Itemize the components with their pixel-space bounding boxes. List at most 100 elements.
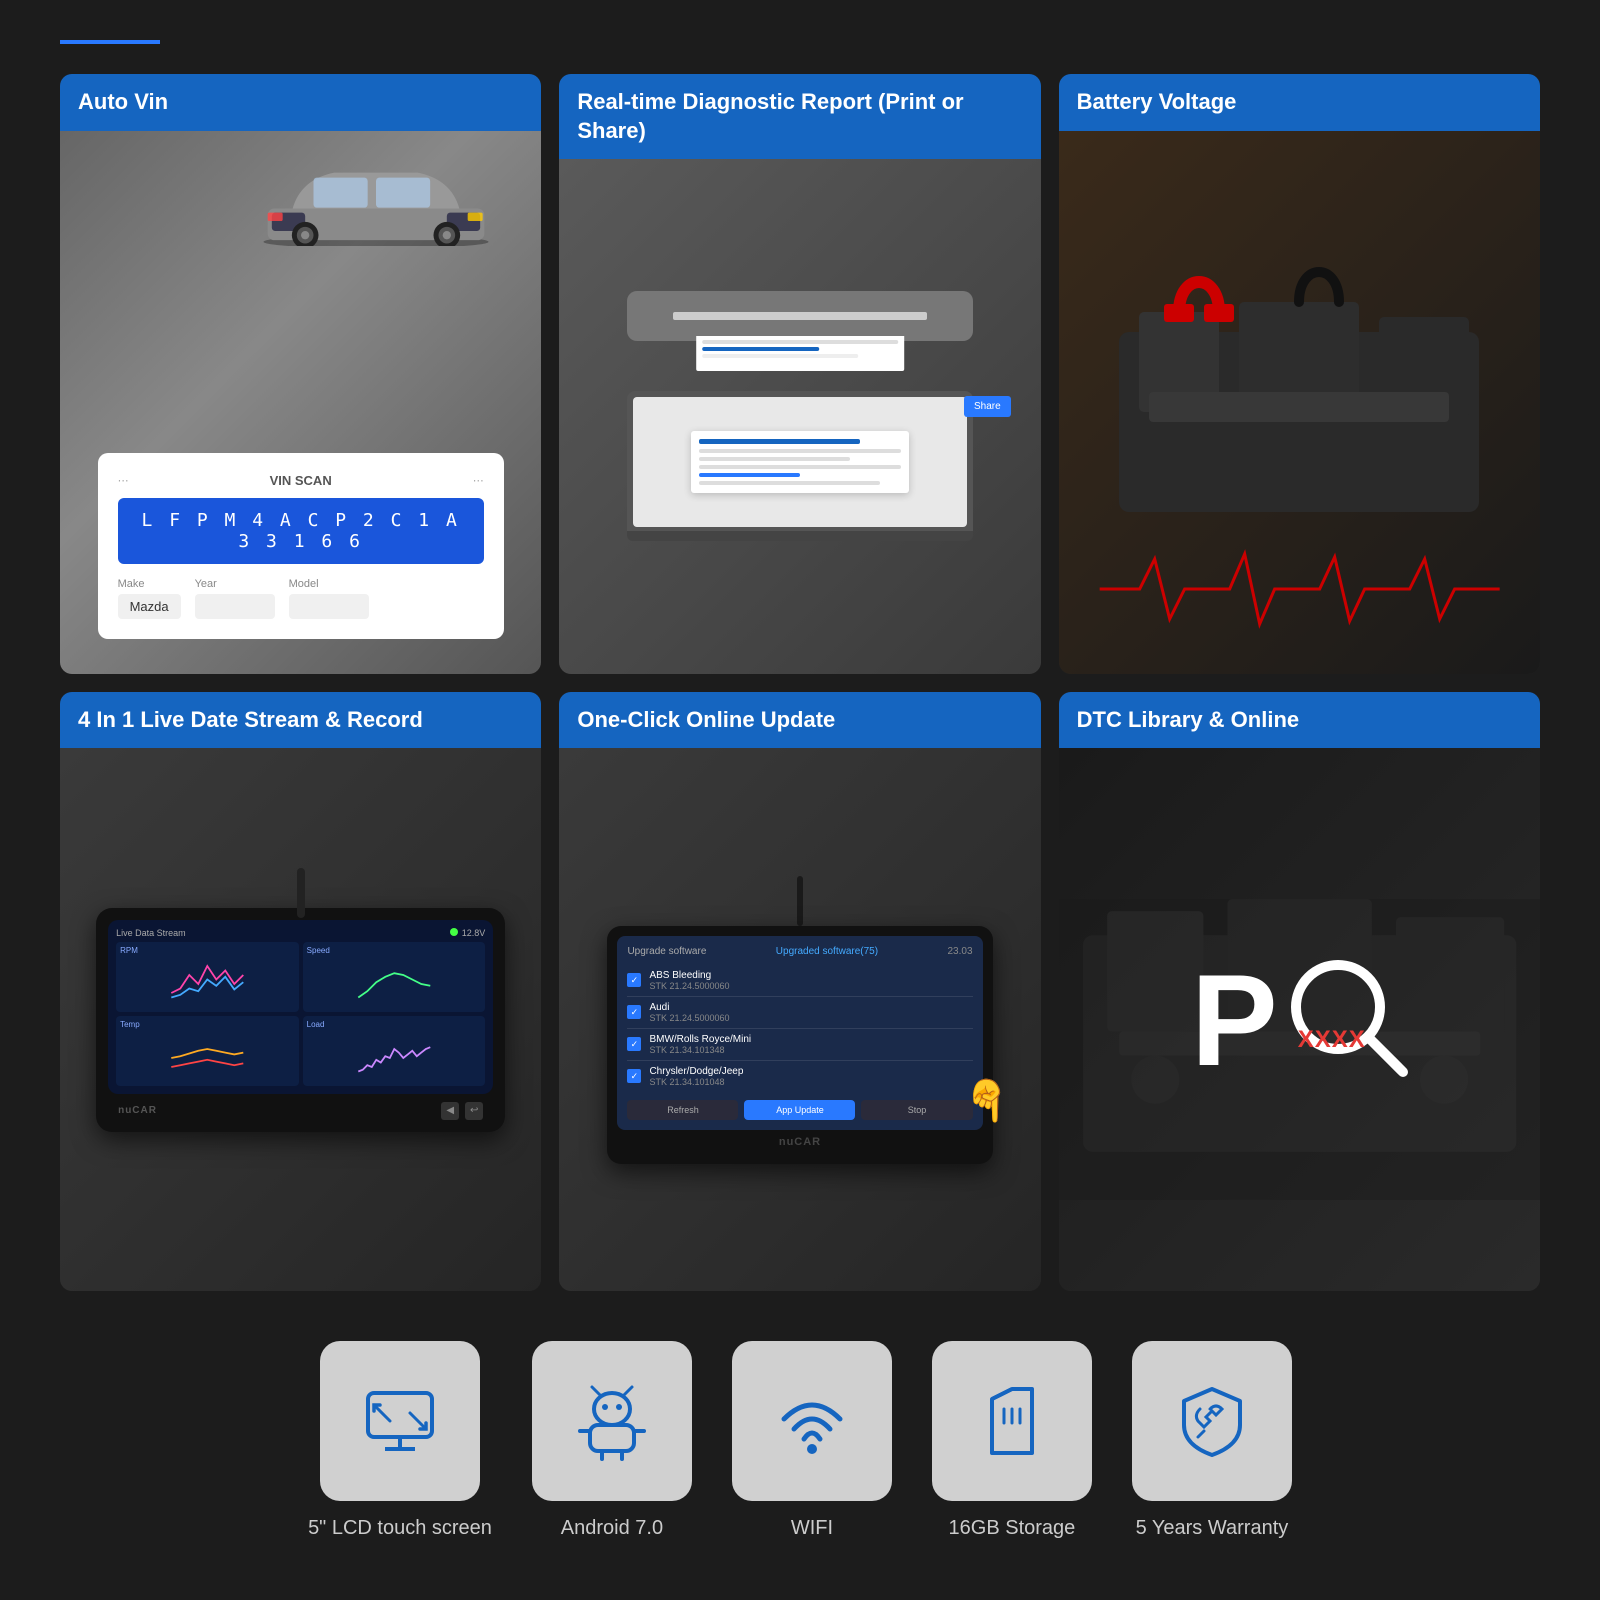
update-device-container: Upgrade software Upgraded software(75) 2… xyxy=(607,876,992,1164)
check-2: ✓ xyxy=(627,1005,641,1019)
quad-3-label: Temp xyxy=(120,1020,295,1029)
laptop-screen: Share xyxy=(633,397,967,527)
btn-1[interactable]: ◀ xyxy=(441,1102,459,1120)
vin-model-field: Model xyxy=(289,578,369,619)
upgraded-label: Upgraded software(75) xyxy=(776,946,878,957)
btn-1-icon: ◀ xyxy=(446,1105,454,1116)
item-1-name: ABS Bleeding xyxy=(649,970,729,981)
vin-fields: Make Mazda Year Model xyxy=(118,578,484,619)
bottom-feature-warranty: 5 Years Warranty xyxy=(1132,1341,1292,1540)
check-mark-4: ✓ xyxy=(631,1071,639,1082)
check-mark-3: ✓ xyxy=(631,1039,639,1050)
update-tablet-screen: Upgrade software Upgraded software(75) 2… xyxy=(617,936,982,1130)
features-grid: Auto Vin xyxy=(60,74,1540,1291)
item-4-name: Chrysler/Dodge/Jeep xyxy=(649,1066,743,1077)
check-mark-2: ✓ xyxy=(631,1007,639,1018)
feature-label-dtc-library: DTC Library & Online xyxy=(1059,692,1540,749)
date-label: 23.03 xyxy=(947,946,972,957)
paper-line-2 xyxy=(702,354,858,358)
item-3-sub: STK 21.34.101348 xyxy=(649,1045,751,1055)
bottom-feature-android: Android 7.0 xyxy=(532,1341,692,1540)
tablet-brand-label: nuCAR xyxy=(617,1130,982,1154)
quad-3: Temp xyxy=(116,1016,299,1086)
lcd-icon-box xyxy=(320,1341,480,1501)
r4 xyxy=(699,465,900,469)
main-container: Auto Vin xyxy=(0,0,1600,1600)
wifi-label: WIFI xyxy=(791,1517,833,1540)
item-4-text: Chrysler/Dodge/Jeep STK 21.34.101048 xyxy=(649,1066,743,1087)
feature-label-auto-vin: Auto Vin xyxy=(60,74,541,131)
storage-icon-box xyxy=(932,1341,1092,1501)
refresh-btn[interactable]: Refresh xyxy=(627,1100,738,1120)
storage-label: 16GB Storage xyxy=(949,1517,1076,1540)
feature-card-live-stream: 4 In 1 Live Date Stream & Record Live Da… xyxy=(60,692,541,1292)
check-1: ✓ xyxy=(627,973,641,987)
quad-2-label: Speed xyxy=(307,946,482,955)
paper-line-blue xyxy=(702,347,819,351)
car-silhouette-icon xyxy=(246,146,506,246)
printer-slot xyxy=(673,312,927,320)
r1 xyxy=(699,439,860,444)
check-4: ✓ xyxy=(627,1069,641,1083)
dtc-search-icon-container: XXXX xyxy=(1288,957,1408,1082)
update-item-4: ✓ Chrysler/Dodge/Jeep STK 21.34.101048 xyxy=(627,1061,972,1092)
item-1-text: ABS Bleeding STK 21.24.5000060 xyxy=(649,970,729,991)
btn-2-icon: ↩ xyxy=(470,1105,478,1116)
feature-image-dtc-library: P XXXX xyxy=(1059,748,1540,1291)
update-item-2: ✓ Audi STK 21.24.5000060 xyxy=(627,997,972,1029)
obd-cable xyxy=(297,868,305,918)
feature-label-battery-voltage: Battery Voltage xyxy=(1059,74,1540,131)
quad-4-graph-icon xyxy=(307,1031,482,1076)
vin-scan-header: ⋯ VIN SCAN ⋯ xyxy=(118,473,484,488)
shield-warranty-icon xyxy=(1172,1381,1252,1461)
item-2-text: Audi STK 21.24.5000060 xyxy=(649,1002,729,1023)
r2 xyxy=(699,449,900,453)
vin-make-value: Mazda xyxy=(118,594,181,619)
device-bottom-bar: nuCAR ◀ ↩ xyxy=(108,1102,493,1120)
update-software-label: Upgrade software xyxy=(627,946,706,957)
r3 xyxy=(699,457,850,461)
android-label: Android 7.0 xyxy=(561,1517,663,1540)
touch-finger-icon: ☝️ xyxy=(963,1077,1013,1124)
app-update-btn[interactable]: App Update xyxy=(744,1100,855,1120)
feature-label-live-stream: 4 In 1 Live Date Stream & Record xyxy=(60,692,541,749)
feature-image-diagnostic-report: Share xyxy=(559,159,1040,673)
vin-model-label: Model xyxy=(289,578,369,590)
warranty-icon-box xyxy=(1132,1341,1292,1501)
item-3-name: BMW/Rolls Royce/Mini xyxy=(649,1034,751,1045)
vin-scan-dots-left: ⋯ xyxy=(118,474,129,487)
r6 xyxy=(699,481,880,485)
vin-year-field: Year xyxy=(195,578,275,619)
android-icon-box xyxy=(532,1341,692,1501)
screen-header-row: Live Data Stream 12.8V xyxy=(116,928,485,938)
accent-line xyxy=(60,40,160,44)
bottom-feature-storage: 16GB Storage xyxy=(932,1341,1092,1540)
vin-year-label: Year xyxy=(195,578,275,590)
printer-paper xyxy=(696,336,904,371)
lcd-screen-icon xyxy=(360,1381,440,1461)
quad-4: Load xyxy=(303,1016,486,1086)
stop-btn[interactable]: Stop xyxy=(861,1100,972,1120)
report-paper xyxy=(691,431,908,493)
update-tablet: Upgrade software Upgraded software(75) 2… xyxy=(607,926,992,1164)
action-buttons-row: Refresh App Update Stop xyxy=(627,1100,972,1120)
bottom-feature-wifi: WIFI xyxy=(732,1341,892,1540)
quad-2-graph-icon xyxy=(307,957,482,1002)
warranty-label: 5 Years Warranty xyxy=(1136,1517,1289,1540)
dtc-xxxx-label: XXXX xyxy=(1298,1026,1366,1054)
update-header: Upgrade software Upgraded software(75) 2… xyxy=(627,946,972,957)
btn-2[interactable]: ↩ xyxy=(465,1102,483,1120)
quad-1-label: RPM xyxy=(120,946,295,955)
vin-mockup: ⋯ VIN SCAN ⋯ L F P M 4 A C P 2 C 1 A 3 3… xyxy=(98,453,504,639)
feature-label-online-update: One-Click Online Update xyxy=(559,692,1040,749)
item-4-sub: STK 21.34.101048 xyxy=(649,1077,743,1087)
item-3-text: BMW/Rolls Royce/Mini STK 21.34.101348 xyxy=(649,1034,751,1055)
quad-2: Speed xyxy=(303,942,486,1012)
quad-1-graph-icon xyxy=(120,957,295,1002)
heartbeat-waveform-icon xyxy=(1079,549,1520,629)
bottom-feature-lcd: 5" LCD touch screen xyxy=(308,1341,492,1540)
android-robot-icon xyxy=(572,1381,652,1461)
screen-status-dots: 12.8V xyxy=(450,928,486,938)
wifi-icon-box xyxy=(732,1341,892,1501)
quad-4-label: Load xyxy=(307,1020,482,1029)
